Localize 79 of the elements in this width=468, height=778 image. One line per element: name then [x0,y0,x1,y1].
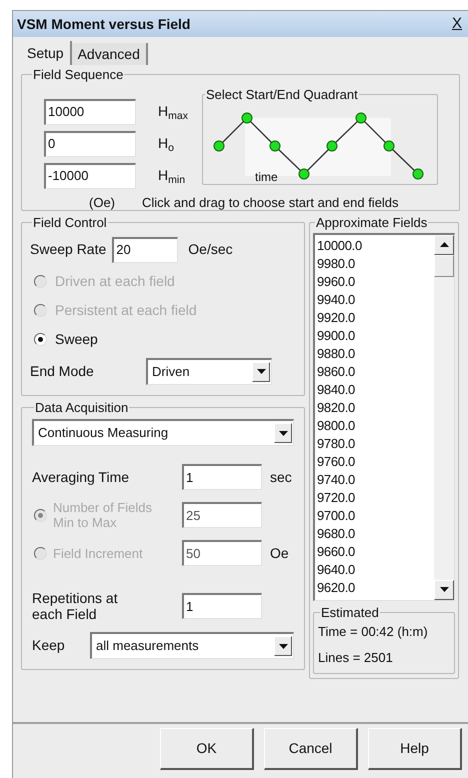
radio-label: Number of Fields Min to Max [53,500,153,530]
group-title: Estimated [320,604,380,622]
estimate-text: Time = 00:42 (h:m) [318,623,429,641]
field-label: H$_{min}$ [158,166,186,186]
field-label: H$_{max}$ [158,102,189,122]
list-item[interactable]: 9940.0 [317,290,434,308]
dropdown-arrow-icon [256,369,266,374]
dropdown-button[interactable] [252,362,270,382]
field-label: End Mode [30,362,95,380]
input-field[interactable]: 0 [44,130,136,156]
radio-label: Persistent at each field [55,300,197,320]
field-label: Keep [32,636,66,655]
list-item[interactable]: 10000.0 [317,236,434,254]
dropdown-value: Continuous Measuring [38,424,168,442]
scrollbar[interactable] [434,234,454,600]
dropdown-arrow-icon [278,430,288,436]
group-title: Field Control [32,214,108,232]
unit-label: Oe/sec [188,240,233,259]
list-item[interactable]: 9960.0 [317,272,434,290]
tab[interactable]: Advanced [72,43,148,65]
field-label: H$_{o}$ [158,134,175,154]
estimate-text: Lines = 2501 [318,648,394,666]
radio-label: Driven at each field [55,272,175,290]
list-box[interactable]: 10000.0 9980.0 9960.0 9940.0 9920.0 9900.0 9880.0 9860.0 9840.0 9820.0 9800.0 9780.0 9760.0 9740.0 9720.0 9700.0 9680.0 9660.0 9640.0 9620.0 [313,232,455,600]
list-item[interactable]: 9920.0 [317,308,434,326]
list-item[interactable]: 9700.0 [317,506,434,524]
list-item[interactable]: 9860.0 [317,362,434,380]
list-item[interactable]: 9720.0 [317,488,434,506]
list-item[interactable]: 9760.0 [317,452,434,470]
input-field[interactable]: 10000 [44,98,136,124]
quadrant-drawing[interactable] [214,112,424,180]
unit-label: Oe [270,544,289,562]
down-arrow-icon [440,587,448,592]
close-button[interactable]: X [450,12,464,36]
dropdown-button[interactable] [274,423,292,443]
input-field[interactable]: -10000 [44,162,136,188]
scroll-down-button[interactable] [434,580,454,600]
list-item[interactable]: 9840.0 [317,380,434,398]
window-title: VSM Moment versus Field [17,14,190,34]
dropdown-value: Driven [152,362,190,381]
field-label: Averaging Time [32,468,130,487]
dialog-button[interactable]: Help [368,728,462,770]
scroll-up-button[interactable] [434,234,454,254]
list-item[interactable]: 9880.0 [317,344,434,362]
dropdown-arrow-icon [278,644,288,648]
list-item[interactable]: 9820.0 [317,398,434,416]
list-item[interactable]: 9620.0 [317,578,434,596]
unit-label: sec [270,468,292,486]
list-item[interactable]: 9980.0 [317,254,434,272]
input-field[interactable]: 1 [182,464,262,490]
dialog-button[interactable]: Cancel [264,728,358,770]
up-arrow-icon [440,242,448,247]
dialog-button[interactable]: OK [160,728,254,770]
group-title: Field Sequence [32,66,124,84]
field-label: Sweep Rate [30,240,106,259]
group-title: Approximate Fields [315,214,428,232]
radio-label: Sweep [55,330,98,349]
dropdown-button[interactable] [274,636,292,656]
input-field[interactable]: 1 [182,593,262,619]
field-label: Repetitions at each Field [32,590,119,622]
dropdown[interactable]: Driven [146,358,272,384]
dropdown[interactable]: all measurements [90,632,294,659]
radio-label: Field Increment [53,546,144,560]
dropdown-value: all measurements [96,637,199,656]
list-item[interactable]: 9660.0 [317,542,434,560]
list-item[interactable]: 9800.0 [317,416,434,434]
list-item[interactable]: 9780.0 [317,434,434,452]
scroll-thumb[interactable] [434,254,454,276]
hint-text: Click and drag to choose start and end fields [142,194,399,212]
list-item[interactable]: 9740.0 [317,470,434,488]
radio-button[interactable] [34,332,47,346]
list-item[interactable]: 9680.0 [317,524,434,542]
group-title: Data Acquisition [34,398,130,417]
axis-label: time [255,169,278,186]
dropdown[interactable]: Continuous Measuring [32,419,294,446]
list-item[interactable]: 9900.0 [317,326,434,344]
list-item[interactable]: 9640.0 [317,560,434,578]
input-field[interactable]: 20 [112,236,178,262]
group-title: Select Start/End Quadrant [205,86,359,104]
